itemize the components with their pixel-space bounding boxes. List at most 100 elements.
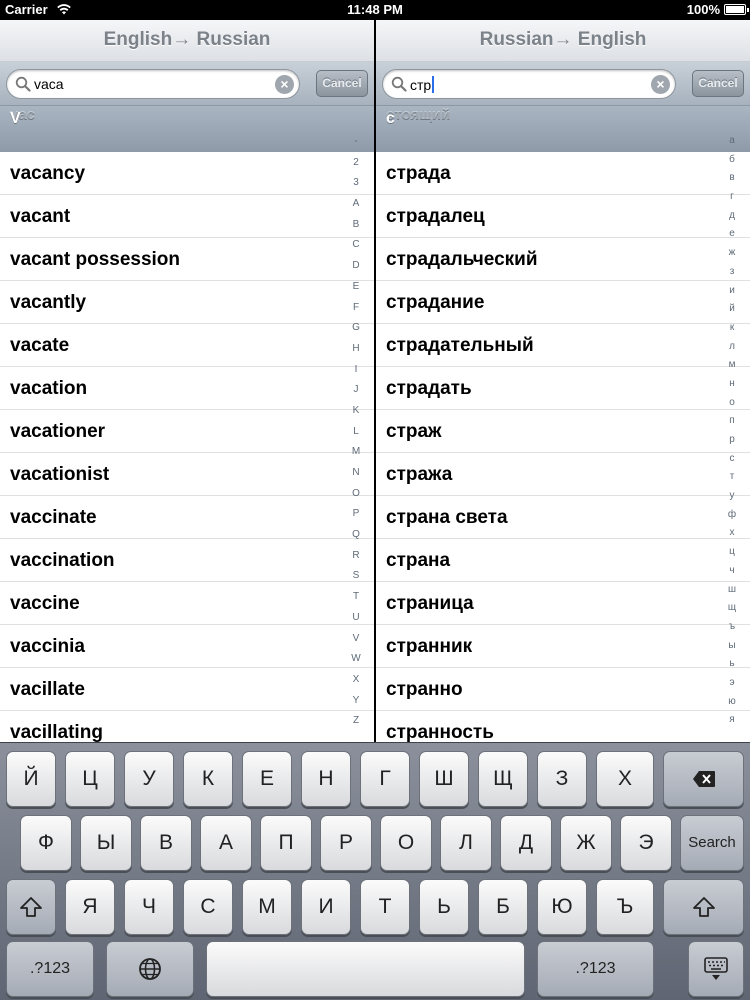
key[interactable]: Ф bbox=[20, 815, 72, 871]
numbers-key-right[interactable]: .?123 bbox=[537, 941, 654, 997]
key[interactable]: Б bbox=[478, 879, 528, 935]
index-letter[interactable]: в bbox=[724, 169, 740, 188]
index-letter[interactable]: е bbox=[724, 225, 740, 244]
index-letter[interactable]: V bbox=[348, 629, 364, 650]
index-letter[interactable]: L bbox=[348, 422, 364, 443]
list-item[interactable]: vacancy bbox=[0, 152, 374, 195]
list-item[interactable]: vacation bbox=[0, 367, 374, 410]
key[interactable]: У bbox=[124, 751, 174, 807]
key[interactable]: Ц bbox=[65, 751, 115, 807]
list-item[interactable]: vacant bbox=[0, 195, 374, 238]
key[interactable]: Н bbox=[301, 751, 351, 807]
index-letter[interactable]: з bbox=[724, 263, 740, 282]
key[interactable]: К bbox=[183, 751, 233, 807]
right-search-input[interactable]: стр × bbox=[382, 69, 676, 99]
key[interactable]: Т bbox=[360, 879, 410, 935]
index-letter[interactable]: C bbox=[348, 235, 364, 256]
index-letter[interactable]: у bbox=[724, 487, 740, 506]
index-letter[interactable]: O bbox=[348, 484, 364, 505]
index-letter[interactable]: к bbox=[724, 319, 740, 338]
index-letter[interactable]: ь bbox=[724, 655, 740, 674]
index-letter[interactable]: а bbox=[724, 132, 740, 151]
key[interactable]: М bbox=[242, 879, 292, 935]
index-letter[interactable]: 3 bbox=[348, 173, 364, 194]
index-letter[interactable]: й bbox=[724, 300, 740, 319]
list-item[interactable]: vacantly bbox=[0, 281, 374, 324]
key[interactable]: А bbox=[200, 815, 252, 871]
key[interactable]: Э bbox=[620, 815, 672, 871]
index-letter[interactable]: B bbox=[348, 215, 364, 236]
numbers-key-left[interactable]: .?123 bbox=[6, 941, 94, 997]
index-letter[interactable]: х bbox=[724, 524, 740, 543]
list-item[interactable]: стража bbox=[376, 453, 750, 496]
index-letter[interactable]: - bbox=[348, 132, 364, 153]
index-letter[interactable]: о bbox=[724, 394, 740, 413]
key[interactable]: Ы bbox=[80, 815, 132, 871]
index-letter[interactable]: A bbox=[348, 194, 364, 215]
index-letter[interactable]: щ bbox=[724, 599, 740, 618]
key[interactable]: Р bbox=[320, 815, 372, 871]
index-letter[interactable]: U bbox=[348, 608, 364, 629]
clear-icon[interactable]: × bbox=[275, 75, 294, 94]
left-cancel-button[interactable]: Cancel bbox=[316, 70, 368, 97]
right-section-index[interactable]: а б в г д е ж з и й к л м н о п р с т у … bbox=[724, 132, 740, 730]
index-letter[interactable]: N bbox=[348, 463, 364, 484]
list-item[interactable]: странно bbox=[376, 668, 750, 711]
index-letter[interactable]: F bbox=[348, 298, 364, 319]
list-item[interactable]: vacillating bbox=[0, 711, 374, 742]
list-item[interactable]: страница bbox=[376, 582, 750, 625]
list-item[interactable]: vaccine bbox=[0, 582, 374, 625]
list-item[interactable]: страдалец bbox=[376, 195, 750, 238]
list-item[interactable]: страдание bbox=[376, 281, 750, 324]
index-letter[interactable]: R bbox=[348, 546, 364, 567]
list-item[interactable]: vacant possession bbox=[0, 238, 374, 281]
list-item[interactable]: vaccinia bbox=[0, 625, 374, 668]
key[interactable]: Л bbox=[440, 815, 492, 871]
index-letter[interactable]: ш bbox=[724, 581, 740, 600]
index-letter[interactable]: л bbox=[724, 338, 740, 357]
index-letter[interactable]: Z bbox=[348, 711, 364, 732]
key[interactable]: О bbox=[380, 815, 432, 871]
index-letter[interactable]: ю bbox=[724, 693, 740, 712]
right-cancel-button[interactable]: Cancel bbox=[692, 70, 744, 97]
list-item[interactable]: странник bbox=[376, 625, 750, 668]
key[interactable]: Г bbox=[360, 751, 410, 807]
list-item[interactable]: vaccinate bbox=[0, 496, 374, 539]
key[interactable]: Ь bbox=[419, 879, 469, 935]
shift-key-left[interactable] bbox=[6, 879, 56, 935]
key[interactable]: Ж bbox=[560, 815, 612, 871]
search-key[interactable]: Search bbox=[680, 815, 744, 871]
index-letter[interactable]: E bbox=[348, 277, 364, 298]
key[interactable]: З bbox=[537, 751, 587, 807]
index-letter[interactable]: H bbox=[348, 339, 364, 360]
left-search-input[interactable]: vaca × bbox=[6, 69, 300, 99]
backspace-key[interactable] bbox=[663, 751, 744, 807]
index-letter[interactable]: 2 bbox=[348, 153, 364, 174]
index-letter[interactable]: я bbox=[724, 711, 740, 730]
clear-icon[interactable]: × bbox=[651, 75, 670, 94]
index-letter[interactable]: D bbox=[348, 256, 364, 277]
index-letter[interactable]: ф bbox=[724, 506, 740, 525]
index-letter[interactable]: W bbox=[348, 649, 364, 670]
index-letter[interactable]: ы bbox=[724, 637, 740, 656]
index-letter[interactable]: S bbox=[348, 566, 364, 587]
index-letter[interactable]: Q bbox=[348, 525, 364, 546]
index-letter[interactable]: M bbox=[348, 442, 364, 463]
key[interactable]: Ъ bbox=[596, 879, 654, 935]
key[interactable]: Щ bbox=[478, 751, 528, 807]
key[interactable]: Ч bbox=[124, 879, 174, 935]
index-letter[interactable]: д bbox=[724, 207, 740, 226]
index-letter[interactable]: р bbox=[724, 431, 740, 450]
index-letter[interactable]: э bbox=[724, 674, 740, 693]
key[interactable]: Х bbox=[596, 751, 654, 807]
index-letter[interactable]: G bbox=[348, 318, 364, 339]
index-letter[interactable]: г bbox=[724, 188, 740, 207]
left-section-index[interactable]: - 2 3 A B C D E F G H I J K L M N O P Q … bbox=[348, 132, 364, 732]
list-item[interactable]: страна света bbox=[376, 496, 750, 539]
list-item[interactable]: страдать bbox=[376, 367, 750, 410]
index-letter[interactable]: п bbox=[724, 412, 740, 431]
index-letter[interactable]: ъ bbox=[724, 618, 740, 637]
key[interactable]: Я bbox=[65, 879, 115, 935]
list-item[interactable]: vacationer bbox=[0, 410, 374, 453]
list-item[interactable]: vacationist bbox=[0, 453, 374, 496]
